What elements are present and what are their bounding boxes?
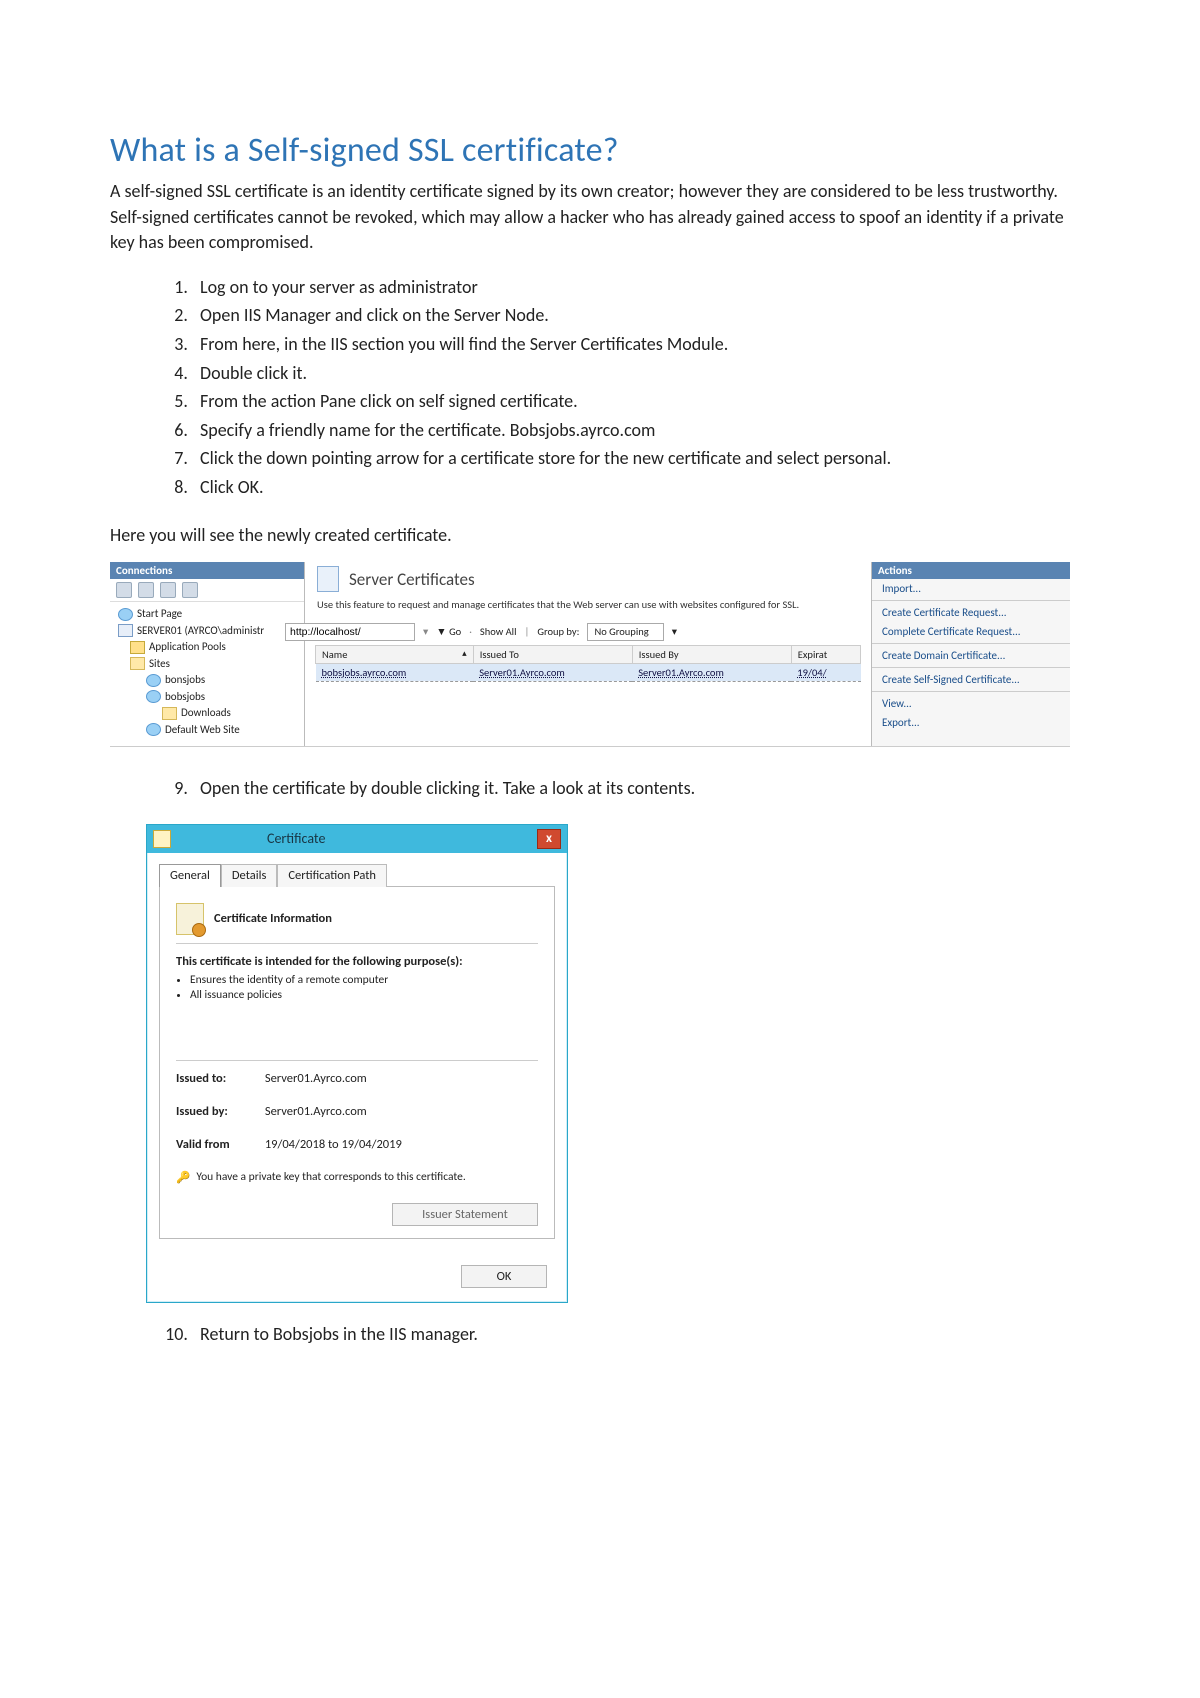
toolbar-icon[interactable]: [182, 582, 198, 598]
tree-bobsjobs[interactable]: bobsjobs: [165, 689, 205, 706]
tab-certification-path[interactable]: Certification Path: [277, 864, 387, 887]
main-panel-title: Server Certificates: [349, 569, 475, 590]
step-item: Open the certificate by double clicking …: [192, 775, 1090, 802]
toolbar-icon[interactable]: [116, 582, 132, 598]
issued-by-value: Server01.Ayrco.com: [265, 1104, 367, 1119]
cert-info-icon: [176, 903, 204, 935]
col-expires[interactable]: Expirat: [791, 645, 860, 663]
purpose-item: All issuance policies: [190, 988, 538, 1002]
intro-paragraph: A self-signed SSL certificate is an iden…: [110, 179, 1090, 256]
action-create-domain-cert[interactable]: Create Domain Certificate...: [872, 646, 1070, 665]
col-name[interactable]: Name▴: [316, 645, 474, 663]
steps-list-1: Log on to your server as administrator O…: [110, 274, 1090, 501]
step-item: Log on to your server as administrator: [192, 274, 1090, 301]
main-panel-description: Use this feature to request and manage c…: [305, 594, 871, 620]
filter-show-all[interactable]: Show All: [480, 625, 517, 638]
key-icon: 🔑: [176, 1170, 190, 1185]
issuer-statement-button[interactable]: Issuer Statement: [392, 1203, 538, 1226]
certificate-icon: [153, 830, 171, 848]
close-button[interactable]: x: [537, 829, 561, 849]
actions-header: Actions: [872, 562, 1070, 579]
groupby-select[interactable]: No Grouping: [587, 623, 663, 641]
divider: [176, 1060, 538, 1061]
site-icon: [146, 674, 161, 687]
issued-by-label: Issued by:: [176, 1104, 262, 1119]
cell-expires[interactable]: 19/04/: [791, 663, 860, 681]
cell-issued-by[interactable]: Server01.Ayrco.com: [632, 663, 791, 681]
page-title: What is a Self-signed SSL certificate?: [110, 130, 1090, 171]
step-item: Double click it.: [192, 360, 1090, 387]
step-item: Open IIS Manager and click on the Server…: [192, 302, 1090, 329]
private-key-note: You have a private key that corresponds …: [196, 1170, 465, 1184]
steps-list-2: Open the certificate by double clicking …: [110, 775, 1090, 802]
tree-server[interactable]: SERVER01 (AYRCO\administr: [137, 623, 264, 640]
purposes-title: This certificate is intended for the fol…: [176, 954, 538, 969]
issued-to-value: Server01.Ayrco.com: [265, 1071, 367, 1086]
col-issued-to[interactable]: Issued To: [473, 645, 632, 663]
connections-header: Connections: [110, 562, 304, 579]
cell-name[interactable]: bobsjobs.ayrco.com: [316, 663, 474, 681]
filter-go[interactable]: Go: [449, 625, 461, 638]
action-export[interactable]: Export...: [872, 713, 1070, 732]
action-complete-request[interactable]: Complete Certificate Request...: [872, 622, 1070, 641]
divider: [872, 643, 1070, 644]
step-item: Return to Bobsjobs in the IIS manager.: [192, 1321, 1090, 1348]
col-issued-by[interactable]: Issued By: [632, 645, 791, 663]
divider: [872, 667, 1070, 668]
step-item: From here, in the IIS section you will f…: [192, 331, 1090, 358]
connections-toolbar[interactable]: [110, 579, 304, 602]
tab-general[interactable]: General: [159, 864, 221, 887]
action-import[interactable]: Import...: [872, 579, 1070, 598]
connections-tree[interactable]: Start Page SERVER01 (AYRCO\administr App…: [110, 602, 304, 746]
action-create-self-signed[interactable]: Create Self-Signed Certificate...: [872, 670, 1070, 689]
tree-downloads[interactable]: Downloads: [181, 705, 231, 722]
tree-app-pools[interactable]: Application Pools: [149, 639, 226, 656]
groupby-label: Group by:: [537, 625, 579, 638]
folder-icon: [130, 641, 145, 654]
tree-start-page[interactable]: Start Page: [137, 606, 182, 623]
tree-sites[interactable]: Sites: [149, 656, 170, 673]
divider: [872, 691, 1070, 692]
cell-issued-to[interactable]: Server01.Ayrco.com: [473, 663, 632, 681]
divider: [176, 943, 538, 944]
start-page-icon: [118, 608, 133, 621]
certificates-grid[interactable]: Name▴ Issued To Issued By Expirat bobsjo…: [315, 645, 861, 682]
tab-general-page: Certificate Information This certificate…: [159, 886, 555, 1239]
toolbar-icon[interactable]: [160, 582, 176, 598]
step-item: From the action Pane click on self signe…: [192, 388, 1090, 415]
purpose-item: Ensures the identity of a remote compute…: [190, 973, 538, 987]
step-item: Click OK.: [192, 474, 1090, 501]
dialog-title: Certificate: [267, 830, 325, 847]
issued-to-label: Issued to:: [176, 1071, 262, 1086]
folder-icon: [130, 657, 145, 670]
valid-from-value: 19/04/2018 to 19/04/2019: [265, 1137, 402, 1152]
after-steps-text: Here you will see the newly created cert…: [110, 523, 1090, 549]
iis-server-certificates-screenshot: Connections Start Page SERVER01 (AYRCO\a…: [110, 562, 1070, 747]
dialog-titlebar[interactable]: Certificate x: [147, 825, 567, 853]
action-create-request[interactable]: Create Certificate Request...: [872, 603, 1070, 622]
valid-from-label: Valid from: [176, 1137, 262, 1152]
toolbar-icon[interactable]: [138, 582, 154, 598]
tree-default-site[interactable]: Default Web Site: [165, 722, 240, 739]
tab-details[interactable]: Details: [221, 864, 278, 887]
step-item: Click the down pointing arrow for a cert…: [192, 445, 1090, 472]
filter-toolbar[interactable]: ▾ ▼ Go · Show All | Group by: No Groupin…: [305, 620, 871, 645]
dialog-tabs[interactable]: General Details Certification Path: [147, 853, 567, 886]
certificate-dialog: Certificate x General Details Certificat…: [146, 824, 568, 1303]
action-view[interactable]: View...: [872, 694, 1070, 713]
ok-button[interactable]: OK: [461, 1265, 547, 1288]
server-icon: [118, 624, 133, 637]
folder-icon: [162, 707, 177, 720]
site-icon: [146, 690, 161, 703]
cert-info-heading: Certificate Information: [214, 911, 332, 926]
steps-list-3: Return to Bobsjobs in the IIS manager.: [110, 1321, 1090, 1348]
server-certificates-icon: [317, 566, 339, 592]
divider: [872, 600, 1070, 601]
table-row[interactable]: bobsjobs.ayrco.com Server01.Ayrco.com Se…: [316, 663, 861, 681]
filter-input[interactable]: [285, 623, 415, 641]
tree-bonsjobs[interactable]: bonsjobs: [165, 672, 205, 689]
site-icon: [146, 723, 161, 736]
step-item: Specify a friendly name for the certific…: [192, 417, 1090, 444]
